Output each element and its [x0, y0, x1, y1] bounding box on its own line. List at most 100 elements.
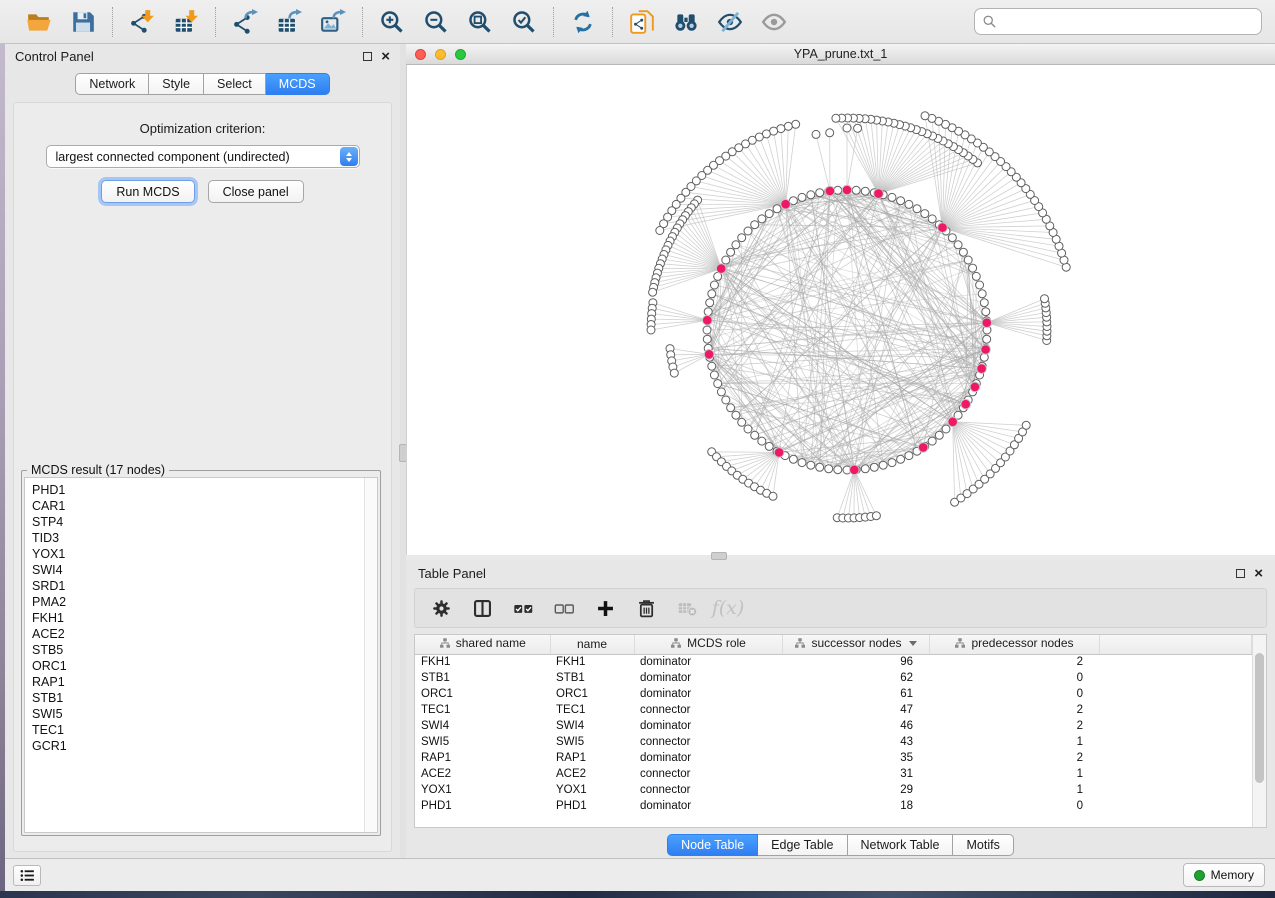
result-node[interactable]: PHD1	[32, 482, 364, 498]
table-row[interactable]: ACE2ACE2connector311	[415, 766, 1252, 782]
result-node[interactable]: ACE2	[32, 626, 364, 642]
columns-button[interactable]	[470, 596, 494, 620]
column-header-MCDS-role[interactable]: MCDS role	[634, 635, 782, 654]
delete-column-button[interactable]	[634, 596, 658, 620]
run-mcds-button[interactable]: Run MCDS	[101, 180, 194, 203]
column-header-successor-nodes[interactable]: successor nodes	[782, 635, 929, 654]
table-row[interactable]: STB1STB1dominator620	[415, 670, 1252, 686]
result-node[interactable]: TID3	[32, 530, 364, 546]
save-button[interactable]	[68, 7, 98, 37]
result-node[interactable]: CAR1	[32, 498, 364, 514]
table-scrollbar-thumb[interactable]	[1255, 653, 1264, 783]
refresh-button[interactable]	[568, 7, 598, 37]
close-table-panel-icon[interactable]: ×	[1254, 569, 1263, 578]
table-row[interactable]: YOX1YOX1connector291	[415, 782, 1252, 798]
result-node[interactable]: SWI5	[32, 706, 364, 722]
close-panel-button[interactable]: Close panel	[208, 180, 304, 203]
result-node[interactable]: STP4	[32, 514, 364, 530]
export-image-button[interactable]	[318, 7, 348, 37]
import-table-icon	[173, 9, 199, 35]
gear-button[interactable]	[429, 596, 453, 620]
network-window: YPA_prune.txt_1	[406, 44, 1275, 555]
export-network-button[interactable]	[230, 7, 260, 37]
open-folder-button[interactable]	[24, 7, 54, 37]
mcds-result-list[interactable]: PHD1CAR1STP4TID3YOX1SWI4SRD1PMA2FKH1ACE2…	[25, 478, 364, 832]
tab-mcds[interactable]: MCDS	[266, 73, 330, 95]
table-row[interactable]: RAP1RAP1dominator352	[415, 750, 1252, 766]
attr-icon	[670, 637, 682, 649]
task-history-button[interactable]	[13, 865, 41, 886]
result-node[interactable]: YOX1	[32, 546, 364, 562]
close-panel-icon[interactable]: ×	[381, 52, 390, 61]
add-column-button[interactable]	[593, 596, 617, 620]
zoom-selected-button[interactable]	[509, 7, 539, 37]
table-row[interactable]: PHD1PHD1dominator180	[415, 798, 1252, 814]
result-node[interactable]: STB5	[32, 642, 364, 658]
show-all-button[interactable]	[759, 7, 789, 37]
tab-style[interactable]: Style	[149, 73, 204, 95]
zoom-out-button[interactable]	[421, 7, 451, 37]
select-all-icon	[513, 598, 534, 619]
hide-selected-icon	[717, 9, 743, 35]
tab-edge-table[interactable]: Edge Table	[758, 834, 847, 856]
float-panel-icon[interactable]	[363, 52, 372, 61]
result-node[interactable]: SWI4	[32, 562, 364, 578]
tab-node-table[interactable]: Node Table	[667, 834, 758, 856]
result-node[interactable]: RAP1	[32, 674, 364, 690]
table-panel: Table Panel × f(x) shared namenameMCDS r…	[406, 560, 1275, 858]
table-row[interactable]: ORC1ORC1dominator610	[415, 686, 1252, 702]
table-toolbar: f(x)	[414, 588, 1267, 628]
maximize-window-icon[interactable]	[455, 49, 466, 60]
zoom-in-button[interactable]	[377, 7, 407, 37]
export-table-button[interactable]	[274, 7, 304, 37]
result-node[interactable]: STB1	[32, 690, 364, 706]
search-network-button[interactable]	[671, 7, 701, 37]
result-node[interactable]: FKH1	[32, 610, 364, 626]
criterion-dropdown[interactable]: largest connected component (undirected)	[46, 145, 360, 168]
search-input[interactable]	[997, 11, 1261, 33]
deselect-all-button[interactable]	[552, 596, 576, 620]
delete-table-button	[675, 596, 699, 620]
search-box[interactable]	[974, 8, 1262, 35]
zoom-fit-button[interactable]	[465, 7, 495, 37]
memory-button[interactable]: Memory	[1183, 863, 1265, 887]
result-node[interactable]: TEC1	[32, 722, 364, 738]
table-row[interactable]: TEC1TEC1connector472	[415, 702, 1252, 718]
horizontal-splitter-grip[interactable]	[711, 552, 727, 560]
gear-icon	[431, 598, 452, 619]
export-image-icon	[320, 9, 346, 35]
minimize-window-icon[interactable]	[435, 49, 446, 60]
open-folder-icon	[26, 9, 52, 35]
result-scrollbar[interactable]	[364, 478, 377, 832]
result-node[interactable]: GCR1	[32, 738, 364, 754]
table-scrollbar[interactable]	[1252, 635, 1266, 827]
column-header-shared-name[interactable]: shared name	[415, 635, 550, 654]
table-row[interactable]: FKH1FKH1dominator962	[415, 654, 1252, 670]
result-node[interactable]: PMA2	[32, 594, 364, 610]
attr-icon	[794, 637, 806, 649]
tab-network-table[interactable]: Network Table	[848, 834, 954, 856]
result-node[interactable]: SRD1	[32, 578, 364, 594]
hide-selected-button[interactable]	[715, 7, 745, 37]
tab-network[interactable]: Network	[75, 73, 149, 95]
close-window-icon[interactable]	[415, 49, 426, 60]
import-network-button[interactable]	[127, 7, 157, 37]
zoom-out-icon	[423, 9, 449, 35]
tab-motifs[interactable]: Motifs	[953, 834, 1013, 856]
clone-network-button[interactable]	[627, 7, 657, 37]
column-header-predecessor-nodes[interactable]: predecessor nodes	[929, 635, 1099, 654]
deselect-all-icon	[554, 598, 575, 619]
status-bar: Memory	[5, 858, 1275, 891]
network-canvas[interactable]	[406, 65, 1275, 555]
tab-select[interactable]: Select	[204, 73, 266, 95]
save-icon	[70, 9, 96, 35]
network-titlebar[interactable]: YPA_prune.txt_1	[406, 44, 1275, 65]
column-header-name[interactable]: name	[550, 635, 634, 654]
float-table-panel-icon[interactable]	[1236, 569, 1245, 578]
select-all-button[interactable]	[511, 596, 535, 620]
sort-desc-icon	[909, 641, 917, 646]
table-row[interactable]: SWI4SWI4dominator462	[415, 718, 1252, 734]
import-table-button[interactable]	[171, 7, 201, 37]
table-row[interactable]: SWI5SWI5connector431	[415, 734, 1252, 750]
result-node[interactable]: ORC1	[32, 658, 364, 674]
